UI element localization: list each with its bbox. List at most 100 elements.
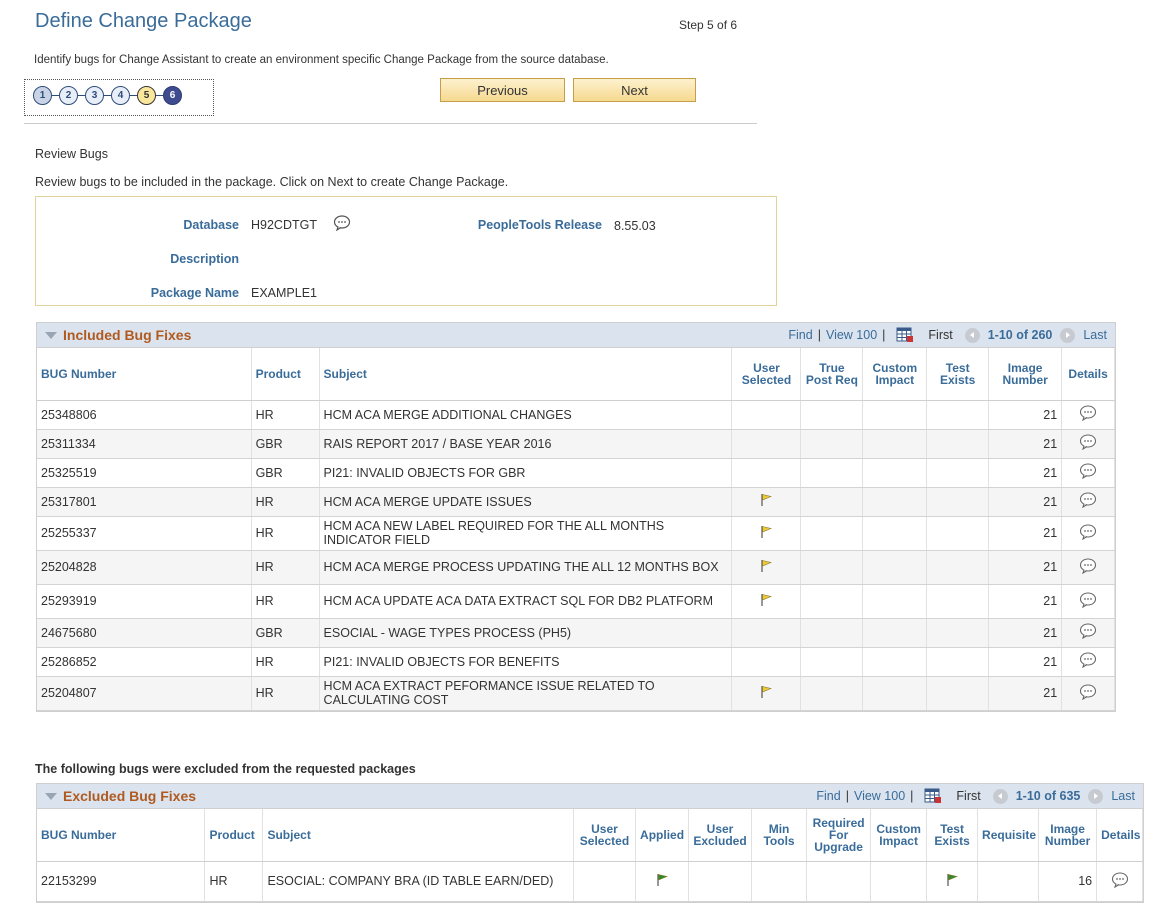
bug-number-cell: 25204828 [37, 550, 252, 585]
next-button[interactable]: Next [573, 78, 696, 102]
table-row: 25255337 HR HCM ACA NEW LABEL REQUIRED FOR… [37, 516, 1115, 551]
details-cell[interactable] [1061, 550, 1115, 585]
subject-cell: HCM ACA MERGE UPDATE ISSUES [319, 487, 733, 517]
included-grid-toggle[interactable]: Included Bug Fixes [45, 327, 191, 343]
column-header[interactable]: Subject [319, 348, 733, 401]
previous-button[interactable]: Previous [440, 78, 565, 102]
excluded-range: 1-10 of 635 [1015, 789, 1081, 803]
custom-impact-cell [862, 458, 928, 488]
description-label: Description [170, 252, 239, 266]
product-cell: HR [251, 676, 320, 711]
step-2-button[interactable]: 2 [59, 86, 78, 105]
test-exists-cell [926, 516, 990, 551]
flag-icon [759, 493, 773, 507]
column-header[interactable]: Details [1096, 809, 1143, 862]
details-cell[interactable] [1061, 400, 1115, 430]
excluded-find-link[interactable]: Find [816, 789, 840, 803]
test-exists-cell [926, 618, 990, 648]
column-header[interactable]: Details [1061, 348, 1115, 401]
column-header[interactable]: User Excluded [688, 809, 753, 862]
column-header[interactable]: Image Number [1038, 809, 1098, 862]
excluded-last-link[interactable]: Last [1111, 789, 1135, 803]
column-header[interactable]: True Post Req [800, 348, 864, 401]
bug-number-cell: 25317801 [37, 487, 252, 517]
included-find-link[interactable]: Find [788, 328, 812, 342]
step-3-button[interactable]: 3 [85, 86, 104, 105]
excluded-first-link[interactable]: First [956, 789, 980, 803]
tools-release-value: 8.55.03 [614, 219, 656, 233]
column-header[interactable]: User Selected [731, 348, 802, 401]
test-exists-cell [926, 429, 990, 459]
package-info-box: Database H92CDTGT PeopleTools Release 8.… [35, 196, 777, 306]
details-icon[interactable] [1079, 652, 1097, 669]
spreadsheet-icon[interactable] [924, 788, 942, 804]
subject-cell: HCM ACA EXTRACT PEFORMANCE ISSUE RELATED… [319, 676, 733, 711]
bug-number-cell: 25204807 [37, 676, 252, 711]
required-for-upgrade-cell [806, 861, 872, 902]
step-5-button[interactable]: 5 [137, 86, 156, 105]
flag-icon [759, 593, 773, 607]
details-cell[interactable] [1061, 516, 1115, 551]
details-icon[interactable] [1079, 683, 1097, 700]
column-header[interactable]: Subject [262, 809, 574, 862]
bug-number-cell: 25293919 [37, 584, 252, 619]
previous-page-icon[interactable] [964, 327, 980, 343]
database-details-icon[interactable] [333, 215, 351, 232]
next-page-icon[interactable] [1060, 327, 1076, 343]
excluded-view-link[interactable]: View 100 [854, 789, 905, 803]
table-row: 25204807 HR HCM ACA EXTRACT PEFORMANCE ISS… [37, 676, 1115, 711]
details-cell[interactable] [1061, 618, 1115, 648]
details-icon[interactable] [1079, 492, 1097, 509]
column-header[interactable]: Product [204, 809, 264, 862]
true-post-req-cell [800, 516, 864, 551]
step-connector [104, 94, 111, 97]
column-header[interactable]: BUG Number [37, 809, 206, 862]
excluded-grid-title: Excluded Bug Fixes [63, 788, 197, 804]
column-header[interactable]: Required For Upgrade [806, 809, 872, 862]
details-cell[interactable] [1061, 458, 1115, 488]
step-1-button[interactable]: 1 [33, 86, 52, 105]
details-cell[interactable] [1061, 676, 1115, 711]
spreadsheet-icon[interactable] [896, 327, 914, 343]
details-icon[interactable] [1079, 557, 1097, 574]
step-6-button[interactable]: 6 [163, 86, 182, 105]
details-icon[interactable] [1079, 623, 1097, 640]
column-header[interactable]: Product [251, 348, 320, 401]
bug-number-cell: 22153299 [37, 861, 206, 902]
column-header[interactable]: Test Exists [926, 809, 979, 862]
column-header[interactable]: Image Number [988, 348, 1063, 401]
details-cell[interactable] [1061, 429, 1115, 459]
bug-number-cell: 25325519 [37, 458, 252, 488]
details-icon[interactable] [1111, 871, 1129, 888]
included-last-link[interactable]: Last [1083, 328, 1107, 342]
details-cell[interactable] [1096, 861, 1143, 902]
details-cell[interactable] [1061, 487, 1115, 517]
column-header[interactable]: Custom Impact [870, 809, 928, 862]
custom-impact-cell [862, 584, 928, 619]
column-header[interactable]: Min Tools [751, 809, 808, 862]
details-icon[interactable] [1079, 523, 1097, 540]
table-row: 22153299 HR ESOCIAL: COMPANY BRA (ID TABLE… [37, 861, 1143, 902]
included-range: 1-10 of 260 [987, 328, 1053, 342]
details-icon[interactable] [1079, 434, 1097, 451]
user-selected-cell [731, 618, 802, 648]
column-header[interactable]: BUG Number [37, 348, 252, 401]
column-header[interactable]: Applied [635, 809, 689, 862]
details-cell[interactable] [1061, 647, 1115, 677]
test-exists-cell [926, 458, 990, 488]
details-icon[interactable] [1079, 591, 1097, 608]
column-header[interactable]: Custom Impact [862, 348, 928, 401]
product-cell: HR [251, 516, 320, 551]
included-view-link[interactable]: View 100 [826, 328, 877, 342]
included-first-link[interactable]: First [928, 328, 952, 342]
details-cell[interactable] [1061, 584, 1115, 619]
details-icon[interactable] [1079, 463, 1097, 480]
column-header[interactable]: Requisite [977, 809, 1040, 862]
step-4-button[interactable]: 4 [111, 86, 130, 105]
excluded-grid-toggle[interactable]: Excluded Bug Fixes [45, 788, 196, 804]
column-header[interactable]: User Selected [573, 809, 637, 862]
next-page-icon[interactable] [1088, 788, 1104, 804]
previous-page-icon[interactable] [992, 788, 1008, 804]
column-header[interactable]: Test Exists [926, 348, 990, 401]
details-icon[interactable] [1079, 405, 1097, 422]
